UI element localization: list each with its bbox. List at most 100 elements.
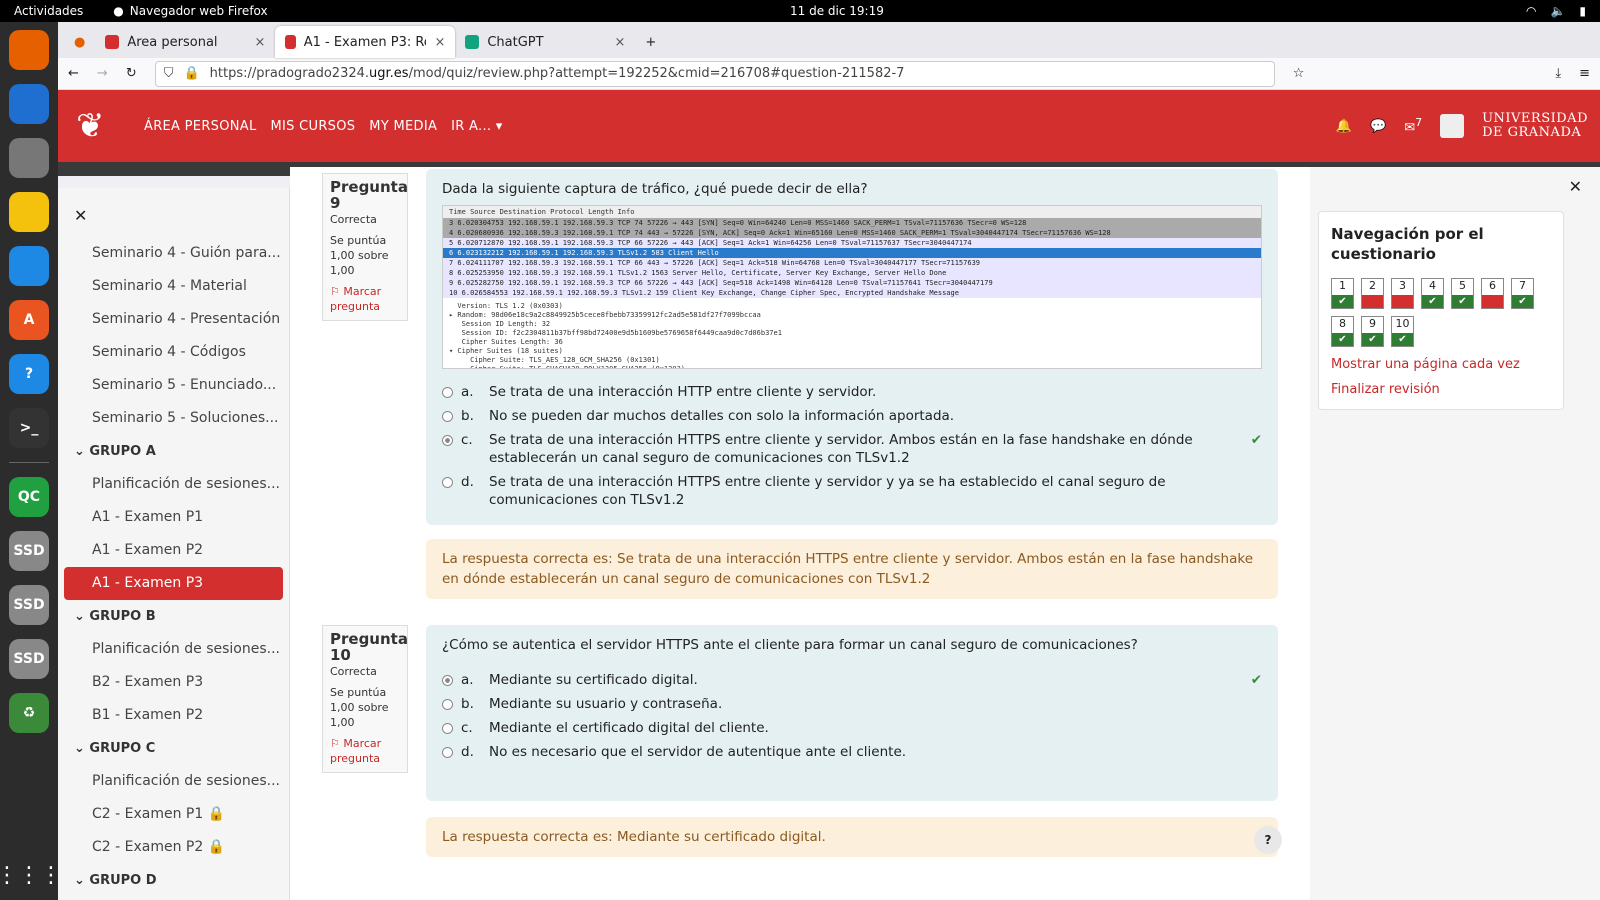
answer-option[interactable]: d. No es necesario que el servidor de aut… <box>442 743 1262 761</box>
close-icon[interactable]: ✕ <box>58 188 289 237</box>
sidebar-item[interactable]: Planificación de sesiones... <box>58 468 289 501</box>
clock[interactable]: 11 de dic 19:19 <box>790 4 884 18</box>
question-nav-button[interactable]: 2 <box>1361 278 1384 309</box>
question-nav-button[interactable]: 1 ✔ <box>1331 278 1354 309</box>
section-header[interactable]: ⌄ GRUPO A <box>58 435 289 468</box>
radio-button[interactable] <box>442 723 453 734</box>
app-menu[interactable]: ● Navegador web Firefox <box>113 4 267 18</box>
section-header[interactable]: ⌄ GRUPO C <box>58 732 289 765</box>
question-nav-button[interactable]: 3 <box>1391 278 1414 309</box>
chat-icon[interactable]: 💬 <box>1370 119 1386 134</box>
sidebar-item[interactable]: Planificación de sesiones... <box>58 633 289 666</box>
answer-option[interactable]: b. No se pueden dar muchos detalles con s… <box>442 407 1262 425</box>
section-header[interactable]: ⌄ GRUPO D <box>58 864 289 897</box>
flag-question-link[interactable]: ⚐ Marcar pregunta <box>330 736 400 766</box>
system-tray[interactable]: ◠ 🔈 ▮ <box>1526 4 1586 18</box>
trash-icon[interactable]: ♻ <box>9 693 49 733</box>
check-icon: ✔ <box>1250 672 1262 688</box>
question-box-10: ¿Cómo se autentica el servidor HTTPS ant… <box>426 625 1278 801</box>
close-tab-icon[interactable]: × <box>254 35 265 50</box>
close-tab-icon[interactable]: × <box>434 35 445 50</box>
sidebar-item[interactable]: Planificación de sesiones... <box>58 765 289 798</box>
sidebar-item[interactable]: A1 - Examen P2 <box>58 534 289 567</box>
activities-button[interactable]: Actividades <box>14 4 83 18</box>
sidebar-item[interactable]: C2 - Examen P1 🔒 <box>58 798 289 831</box>
sidebar-item[interactable]: Seminario 4 - Guión para... <box>58 237 289 270</box>
forward-icon[interactable]: → <box>97 66 108 81</box>
university-logo[interactable]: UNIVERSIDAD DE GRANADA <box>1482 112 1588 140</box>
sidebar-item[interactable]: A1 - Examen P3 <box>64 567 283 600</box>
nav-link[interactable]: MIS CURSOS <box>271 119 356 134</box>
close-tab-icon[interactable]: × <box>614 35 625 50</box>
question-nav-button[interactable]: 8 ✔ <box>1331 316 1354 347</box>
radio-button[interactable] <box>442 411 453 422</box>
mail-icon[interactable]: ✉7 <box>1404 116 1422 135</box>
avatar[interactable] <box>1440 114 1465 138</box>
nav-link[interactable]: MY MEDIA <box>369 119 437 134</box>
nav-link[interactable]: IR A... ▾ <box>451 119 502 134</box>
sidebar-item[interactable]: A1 - Examen P1 <box>58 501 289 534</box>
browser-tab[interactable]: Área personal × <box>95 26 275 58</box>
question-nav-button[interactable]: 9 ✔ <box>1361 316 1384 347</box>
browser-tab[interactable]: A1 - Examen P3: Revisión × <box>275 26 456 58</box>
help-icon[interactable]: ? <box>9 354 49 394</box>
help-button[interactable]: ? <box>1254 826 1282 854</box>
answer-option[interactable]: a. Se trata de una interacción HTTP entre… <box>442 383 1262 401</box>
section-header[interactable]: ⌄ GRUPO B <box>58 600 289 633</box>
question-nav-button[interactable]: 10 ✔ <box>1391 316 1414 347</box>
radio-button[interactable] <box>442 387 453 398</box>
ssd-icon[interactable]: SSD <box>9 531 49 571</box>
reload-icon[interactable]: ↻ <box>126 66 137 81</box>
software-icon[interactable]: A <box>9 300 49 340</box>
nav-link[interactable]: ÁREA PERSONAL <box>144 119 257 134</box>
downloads-icon[interactable]: ⤓ <box>1555 66 1561 81</box>
answer-option[interactable]: a. Mediante su certificado digital. ✔ <box>442 671 1262 689</box>
bell-icon[interactable]: 🔔 <box>1336 119 1352 134</box>
ssd-icon[interactable]: SSD <box>9 585 49 625</box>
new-tab-button[interactable]: + <box>635 26 666 58</box>
close-icon[interactable]: ✕ <box>1569 177 1582 196</box>
radio-button[interactable] <box>442 435 453 446</box>
check-icon: ✔ <box>1362 333 1383 346</box>
radio-button[interactable] <box>442 675 453 686</box>
sidebar-item[interactable]: Seminario 4 - Presentación <box>58 303 289 336</box>
radio-button[interactable] <box>442 477 453 488</box>
ssd-icon[interactable]: SSD <box>9 639 49 679</box>
flag-question-link[interactable]: ⚐ Marcar pregunta <box>330 284 400 314</box>
bookmark-star-icon[interactable]: ☆ <box>1293 66 1305 81</box>
finish-review-link[interactable]: Finalizar revisión <box>1331 382 1551 397</box>
rhythmbox-icon[interactable] <box>9 192 49 232</box>
answer-option[interactable]: c. Mediante el certificado digital del cl… <box>442 719 1262 737</box>
sidebar-item[interactable]: Seminario 4 - Material <box>58 270 289 303</box>
sidebar-item[interactable]: Seminario 5 - Soluciones... <box>58 402 289 435</box>
question-nav-button[interactable]: 5 ✔ <box>1451 278 1474 309</box>
question-nav-button[interactable]: 6 <box>1481 278 1504 309</box>
answer-option[interactable]: b. Mediante su usuario y contraseña. <box>442 695 1262 713</box>
url-bar[interactable]: ⛉ 🔒 https://pradogrado2324.ugr.es/mod/qu… <box>154 60 1275 87</box>
thunderbird-icon[interactable] <box>9 84 49 124</box>
answer-option[interactable]: d. Se trata de una interacción HTTPS entr… <box>442 473 1262 509</box>
question-nav-button[interactable]: 7 ✔ <box>1511 278 1534 309</box>
back-icon[interactable]: ← <box>68 66 79 81</box>
question-nav-button[interactable]: 4 ✔ <box>1421 278 1444 309</box>
terminal-icon[interactable]: >_ <box>9 408 49 448</box>
sidebar-item[interactable]: Seminario 4 - Códigos <box>58 336 289 369</box>
sidebar-item[interactable]: B1 - Examen P2 <box>58 699 289 732</box>
browser-tab[interactable]: ChatGPT × <box>455 26 635 58</box>
sidebar-item[interactable]: C2 - Examen P2 🔒 <box>58 831 289 864</box>
menu-icon[interactable]: ≡ <box>1579 66 1590 81</box>
sidebar-item[interactable]: B2 - Examen P3 <box>58 666 289 699</box>
files-icon[interactable] <box>9 138 49 178</box>
answer-option[interactable]: c. Se trata de una interacción HTTPS entr… <box>442 431 1262 467</box>
radio-button[interactable] <box>442 747 453 758</box>
firefox-icon[interactable] <box>9 30 49 70</box>
prado-logo-icon[interactable]: ❦ <box>76 106 116 146</box>
qc-icon[interactable]: QC <box>9 477 49 517</box>
firefox-view-button[interactable]: ● <box>64 26 95 58</box>
sidebar-item[interactable]: Seminario 5 - Enunciado... <box>58 369 289 402</box>
writer-icon[interactable] <box>9 246 49 286</box>
radio-button[interactable] <box>442 699 453 710</box>
question-number: Pregunta 9 <box>330 178 408 212</box>
show-apps-icon[interactable]: ⋮⋮⋮ <box>0 863 62 888</box>
show-one-page-link[interactable]: Mostrar una página cada vez <box>1331 357 1551 372</box>
